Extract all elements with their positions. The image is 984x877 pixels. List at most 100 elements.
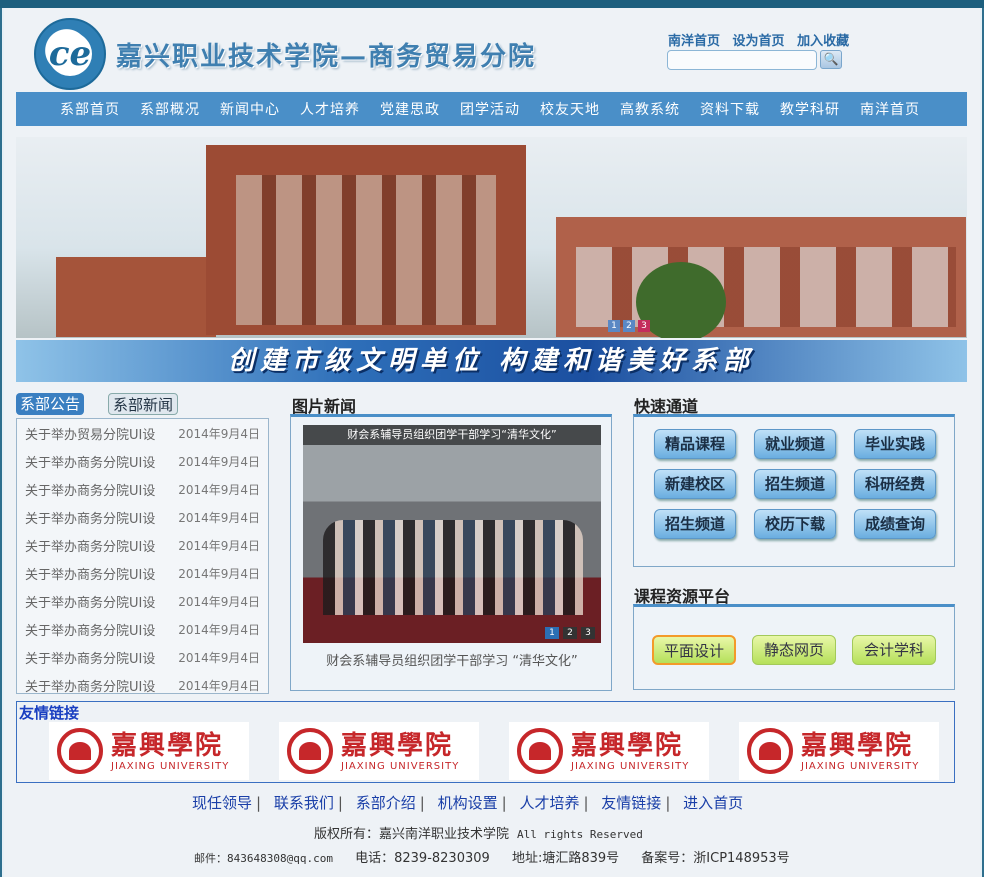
slide-dot-2[interactable]: 2 (623, 320, 635, 332)
footer-link-dept-intro[interactable]: 系部介绍 (356, 794, 416, 812)
friend-link-jiaxing-university[interactable]: 嘉興學院 JIAXING UNIVERSITY (739, 722, 939, 780)
notice-item[interactable]: 关于举办商务分院UI设 2014年9月4日 (17, 447, 268, 475)
nav-item-downloads[interactable]: 资料下载 (700, 99, 760, 119)
university-wordmark: 嘉興學院 JIAXING UNIVERSITY (111, 731, 229, 772)
notice-date: 2014年9月4日 (178, 678, 260, 693)
top-link-set-homepage[interactable]: 设为首页 (733, 34, 785, 49)
banner-slideshow[interactable]: 1 2 3 (16, 137, 967, 338)
quick-link-new-campus[interactable]: 新建校区 (654, 469, 736, 499)
nav-item-league-activities[interactable]: 团学活动 (460, 99, 520, 119)
university-name-en: JIAXING UNIVERSITY (571, 760, 690, 772)
photo-page-1[interactable]: 1 (545, 627, 559, 639)
university-name-cn: 嘉興學院 (571, 730, 684, 761)
quick-link-research-funding[interactable]: 科研经费 (854, 469, 936, 499)
university-name-en: JIAXING UNIVERSITY (801, 760, 920, 772)
top-link-add-favorite[interactable]: 加入收藏 (797, 34, 849, 49)
university-wordmark: 嘉興學院 JIAXING UNIVERSITY (571, 731, 689, 772)
nav-item-news-center[interactable]: 新闻中心 (220, 99, 280, 119)
search-button[interactable]: 🔍 (820, 50, 842, 69)
university-name-cn: 嘉興學院 (341, 730, 454, 761)
nav-item-alumni[interactable]: 校友天地 (540, 99, 600, 119)
banner-building-right (556, 217, 966, 337)
course-static-web[interactable]: 静态网页 (752, 635, 836, 665)
top-link-nanyang-home[interactable]: 南洋首页 (668, 34, 720, 49)
footer-link-organization[interactable]: 机构设置 (438, 794, 498, 812)
notice-title: 关于举办贸易分院UI设 (25, 427, 156, 443)
notice-title: 关于举办商务分院UI设 (25, 623, 156, 639)
quick-link-graduation-practice[interactable]: 毕业实践 (854, 429, 936, 459)
university-wordmark: 嘉興學院 JIAXING UNIVERSITY (341, 731, 459, 772)
contact-email: 邮件：843648308@qq.com (194, 852, 333, 865)
university-name-en: JIAXING UNIVERSITY (111, 760, 230, 772)
nav-item-talent-training[interactable]: 人才培养 (300, 99, 360, 119)
copyright: 版权所有：嘉兴南洋职业技术学院 All rights Reserved (314, 823, 643, 842)
notice-item[interactable]: 关于举办商务分院UI设 2014年9月4日 (17, 531, 268, 559)
footer-link-friend-links[interactable]: 友情链接 (601, 794, 661, 812)
nav-item-dept-overview[interactable]: 系部概况 (140, 99, 200, 119)
notice-title: 关于举办商务分院UI设 (25, 567, 156, 583)
footer-link-talent-training[interactable]: 人才培养 (519, 794, 579, 812)
logo-mark: ce (48, 32, 92, 76)
slide-dot-3[interactable]: 3 (638, 320, 650, 332)
notice-item[interactable]: 关于举办贸易分院UI设 2014年9月4日 (17, 419, 268, 447)
news-photo[interactable]: 财会系辅导员组织团学干部学习“清华文化” 1 2 3 (303, 425, 601, 643)
photo-page-3[interactable]: 3 (581, 627, 595, 639)
contact-icp: 备案号：浙ICP148953号 (641, 851, 790, 866)
footer-link-current-leaders[interactable]: 现任领导 (192, 794, 252, 812)
notice-title: 关于举办商务分院UI设 (25, 539, 156, 555)
site-title: 嘉兴职业技术学院—商务贸易分院 (116, 42, 537, 72)
friend-links: 友情链接 嘉興學院 JIAXING UNIVERSITY 嘉興學院 JIAXIN… (16, 701, 955, 783)
university-name-cn: 嘉興學院 (801, 730, 914, 761)
footer-link-enter-home[interactable]: 进入首页 (683, 794, 743, 812)
notice-date: 2014年9月4日 (178, 482, 260, 497)
search-icon: 🔍 (823, 52, 839, 66)
tab-dept-notices[interactable]: 系部公告 (16, 393, 85, 415)
nav-item-higher-ed-system[interactable]: 高教系统 (620, 99, 680, 119)
photo-page-2[interactable]: 2 (563, 627, 577, 639)
course-graphic-design[interactable]: 平面设计 (652, 635, 736, 665)
footer-link-contact-us[interactable]: 联系我们 (274, 794, 334, 812)
quick-link-grade-query[interactable]: 成绩查询 (854, 509, 936, 539)
nav-item-nanyang-home[interactable]: 南洋首页 (860, 99, 920, 119)
footer-separator: | (337, 794, 343, 812)
nav-item-teaching-research[interactable]: 教学科研 (780, 99, 840, 119)
footer-nav: 现任领导 | 联系我们 | 系部介绍 | 机构设置 | 人才培养 | 友情链接 | 进入首页 (192, 792, 747, 813)
footer-separator: | (665, 794, 671, 812)
friend-link-jiaxing-university[interactable]: 嘉興學院 JIAXING UNIVERSITY (49, 722, 249, 780)
notice-item[interactable]: 关于举办商务分院UI设 2014年9月4日 (17, 559, 268, 587)
friend-links-title: 友情链接 (19, 704, 80, 722)
college-logo[interactable]: ce (34, 18, 106, 90)
banner-building-left (56, 257, 216, 337)
photo-caption-link[interactable]: 财会系辅导员组织团学干部学习 “清华文化” (321, 652, 583, 672)
university-name-en: JIAXING UNIVERSITY (341, 760, 460, 772)
copyright-cn: 版权所有：嘉兴南洋职业技术学院 (314, 827, 510, 842)
page: ce 嘉兴职业技术学院—商务贸易分院 南洋首页 设为首页 加入收藏 🔍 系部首页… (0, 0, 984, 877)
notice-item[interactable]: 关于举办商务分院UI设 2014年9月4日 (17, 643, 268, 671)
footer-separator: | (419, 794, 425, 812)
group-photo (323, 520, 583, 615)
quick-link-admissions-2[interactable]: 招生频道 (654, 509, 736, 539)
notice-date: 2014年9月4日 (178, 650, 260, 665)
tab-dept-news[interactable]: 系部新闻 (108, 393, 179, 415)
notice-item[interactable]: 关于举办商务分院UI设 2014年9月4日 (17, 615, 268, 643)
contact-address: 地址:塘汇路839号 (511, 851, 620, 866)
quick-link-admissions[interactable]: 招生频道 (754, 469, 836, 499)
slide-dot-1[interactable]: 1 (608, 320, 620, 332)
notice-title: 关于举办商务分院UI设 (25, 455, 156, 471)
search-input[interactable] (667, 50, 817, 70)
quick-link-quality-courses[interactable]: 精品课程 (654, 429, 736, 459)
quick-link-calendar-download[interactable]: 校历下载 (754, 509, 836, 539)
friend-link-jiaxing-university[interactable]: 嘉興學院 JIAXING UNIVERSITY (509, 722, 709, 780)
nav-item-party-building[interactable]: 党建思政 (380, 99, 440, 119)
course-accounting[interactable]: 会计学科 (852, 635, 936, 665)
notice-item[interactable]: 关于举办商务分院UI设 2014年9月4日 (17, 587, 268, 615)
notice-item[interactable]: 关于举办商务分院UI设 2014年9月4日 (17, 671, 268, 694)
photo-pager: 1 2 3 (545, 627, 595, 639)
notice-date: 2014年9月4日 (178, 510, 260, 525)
notice-item[interactable]: 关于举办商务分院UI设 2014年9月4日 (17, 475, 268, 503)
nav-item-dept-home[interactable]: 系部首页 (60, 99, 120, 119)
quick-link-employment[interactable]: 就业频道 (754, 429, 836, 459)
notice-item[interactable]: 关于举办商务分院UI设 2014年9月4日 (17, 503, 268, 531)
friend-link-jiaxing-university[interactable]: 嘉興學院 JIAXING UNIVERSITY (279, 722, 479, 780)
photo-overlay-caption: 财会系辅导员组织团学干部学习“清华文化” (303, 425, 601, 445)
